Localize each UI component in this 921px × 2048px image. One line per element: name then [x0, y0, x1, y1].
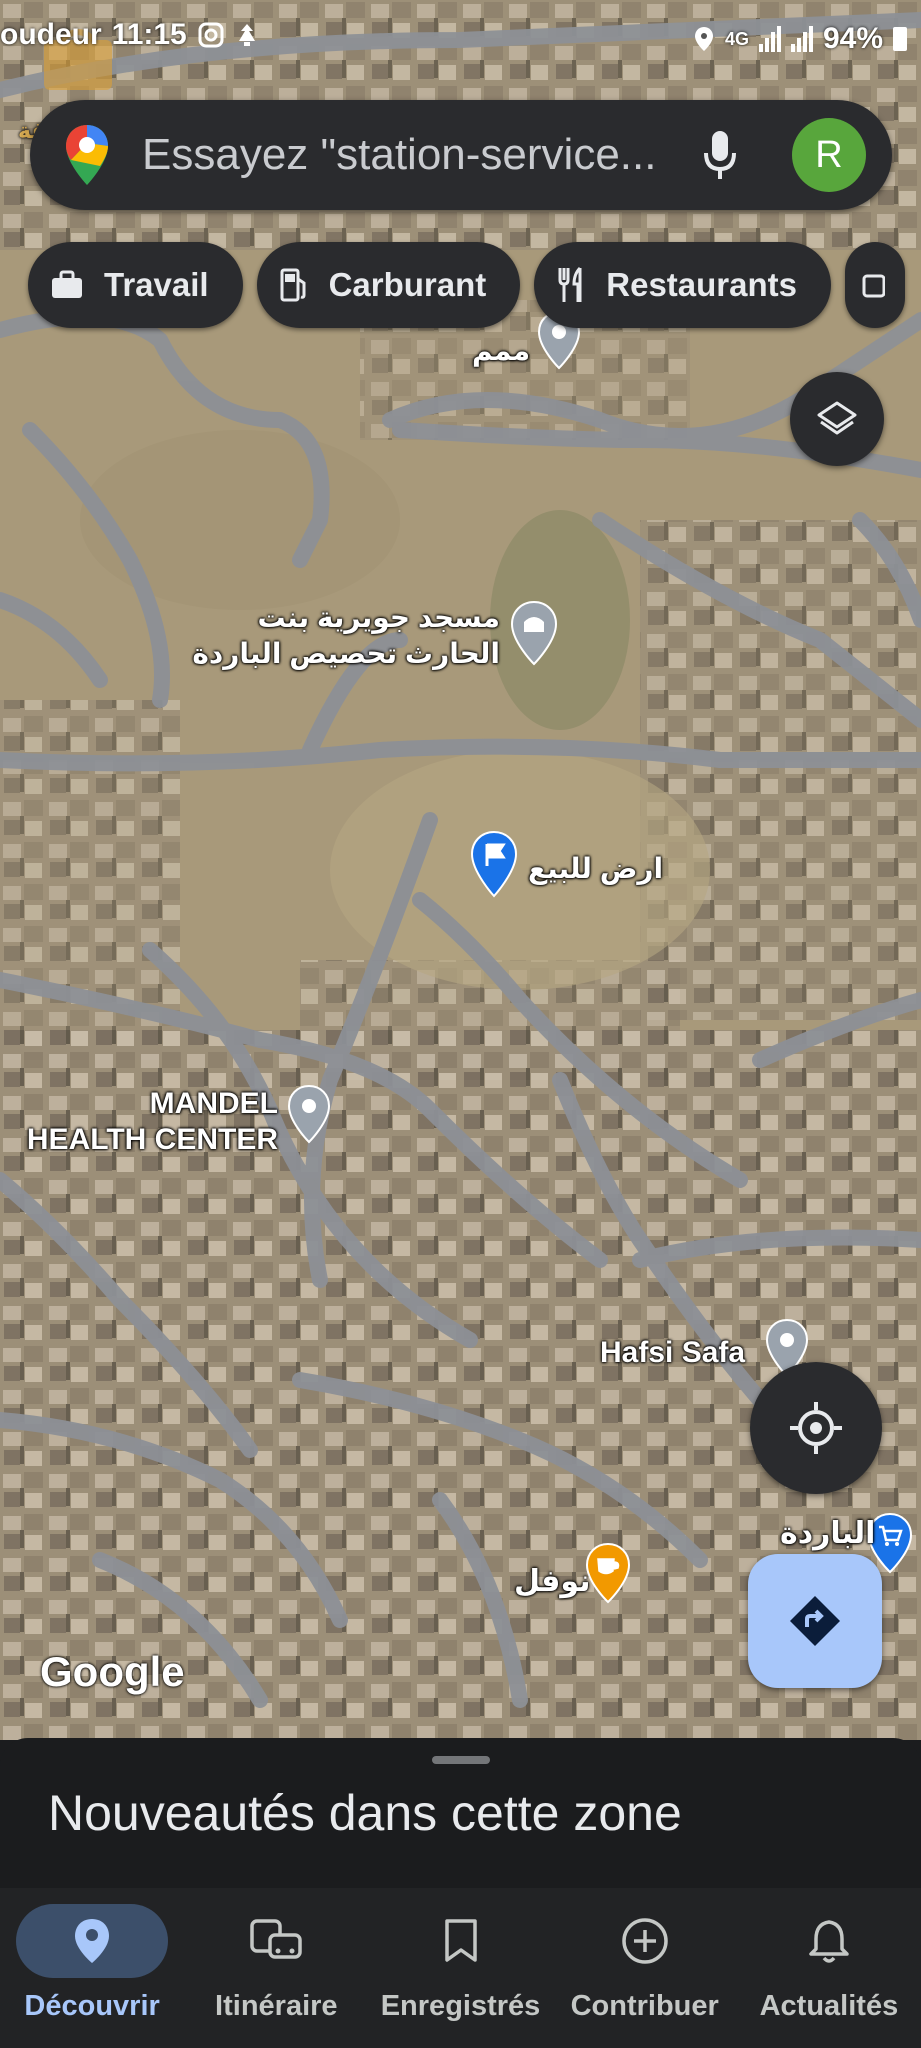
- nav-enregistres[interactable]: Enregistrés: [368, 1888, 552, 2048]
- nav-icon-wrap: [385, 1904, 537, 1978]
- sheet-title: Nouveautés dans cette zone: [48, 1785, 682, 1841]
- gas-station-icon: [280, 268, 306, 302]
- google-maps-logo-icon: [66, 125, 108, 185]
- cafe-label[interactable]: نوفل: [514, 1564, 591, 1599]
- cafe-pin-icon[interactable]: [584, 1542, 632, 1606]
- mosque-label[interactable]: مسجد جويرية بنت الحارث تحصيص الباردة: [192, 600, 500, 672]
- add-circle-icon: [621, 1918, 668, 1964]
- search-input[interactable]: Essayez "station-service...: [142, 130, 700, 180]
- status-left: oudeur 11:15: [0, 18, 259, 52]
- bottom-navigation: Découvrir Itinéraire Enregistrés Contrib…: [0, 1888, 921, 2048]
- land-for-sale-label[interactable]: ارض للبيع: [528, 852, 663, 885]
- health-label-line2: HEALTH CENTER: [26, 1123, 278, 1156]
- bell-icon: [809, 1920, 849, 1963]
- battery-icon: [893, 27, 907, 51]
- account-avatar[interactable]: R: [792, 118, 866, 192]
- chip-label: Carburant: [328, 266, 487, 303]
- nav-icon-wrap: [16, 1904, 169, 1978]
- my-location-button[interactable]: [750, 1362, 882, 1494]
- more-chip-icon: [862, 274, 885, 298]
- microphone-icon[interactable]: [700, 127, 740, 183]
- crosshair-icon: [790, 1402, 842, 1454]
- signal-icon-2: [790, 26, 813, 52]
- nav-icon-wrap: [753, 1904, 905, 1978]
- restaurant-icon: [558, 266, 582, 302]
- chip-restaurants[interactable]: Restaurants: [534, 242, 831, 328]
- place-label-mmm[interactable]: ممم: [472, 334, 530, 367]
- nav-label: Enregistrés: [380, 1990, 541, 2022]
- location-icon: [694, 27, 713, 51]
- sheet-drag-handle[interactable]: [432, 1756, 490, 1764]
- status-right: 4G 94%: [693, 22, 907, 56]
- notification-icon: [238, 24, 255, 46]
- nav-icon-wrap: [569, 1904, 721, 1978]
- hafsi-safa-label[interactable]: Hafsi Safa: [600, 1336, 745, 1370]
- nav-icon-wrap: [200, 1904, 352, 1978]
- battery-percent: 94%: [822, 22, 883, 55]
- health-label-line1: MANDEL: [149, 1087, 278, 1120]
- nav-label: Découvrir: [24, 1990, 160, 2022]
- search-bar[interactable]: Essayez "station-service... R: [30, 100, 892, 210]
- mosque-label-line2: الحارث تحصيص الباردة: [192, 638, 500, 669]
- status-time: 11:15: [111, 18, 187, 51]
- nav-decouvrir[interactable]: Découvrir: [0, 1888, 184, 2048]
- nav-label: Actualités: [759, 1990, 899, 2022]
- health-center-label[interactable]: MANDEL HEALTH CENTER: [26, 1086, 278, 1158]
- mosque-pin-icon[interactable]: [508, 600, 560, 668]
- briefcase-icon: [52, 270, 82, 298]
- directions-button[interactable]: [748, 1554, 882, 1688]
- layers-icon: [817, 401, 857, 435]
- nav-label: Itinéraire: [215, 1990, 338, 2022]
- barda-label[interactable]: الباردة: [780, 1516, 875, 1551]
- directions-icon: [790, 1596, 840, 1646]
- mosque-label-line1: مسجد جويرية بنت: [257, 602, 500, 633]
- commute-icon: [250, 1919, 303, 1959]
- bottom-sheet[interactable]: Nouveautés dans cette zone: [0, 1738, 921, 1870]
- status-bar: oudeur 11:15 4G 94%: [0, 0, 921, 84]
- chip-travail[interactable]: Travail: [28, 242, 243, 328]
- chip-more[interactable]: [845, 242, 905, 328]
- nav-label: Contribuer: [570, 1990, 719, 2022]
- network-type: 4G: [724, 28, 749, 49]
- nav-itineraire[interactable]: Itinéraire: [184, 1888, 368, 2048]
- status-fragment: oudeur: [0, 18, 102, 51]
- category-chips: Travail Carburant Restaurants: [28, 242, 905, 328]
- bookmark-icon: [444, 1919, 477, 1962]
- google-watermark: Google: [40, 1648, 185, 1695]
- location-pin-icon: [75, 1919, 110, 1963]
- signal-icon: [758, 26, 781, 52]
- nav-contribuer[interactable]: Contribuer: [553, 1888, 737, 2048]
- instagram-icon: [198, 22, 224, 48]
- chip-carburant[interactable]: Carburant: [256, 242, 521, 328]
- chip-label: Restaurants: [606, 266, 797, 303]
- nav-actualites[interactable]: Actualités: [737, 1888, 921, 2048]
- chip-label: Travail: [104, 266, 209, 303]
- health-pin-icon[interactable]: [286, 1084, 332, 1146]
- layers-button[interactable]: [790, 372, 884, 466]
- flag-pin-icon[interactable]: [468, 830, 520, 900]
